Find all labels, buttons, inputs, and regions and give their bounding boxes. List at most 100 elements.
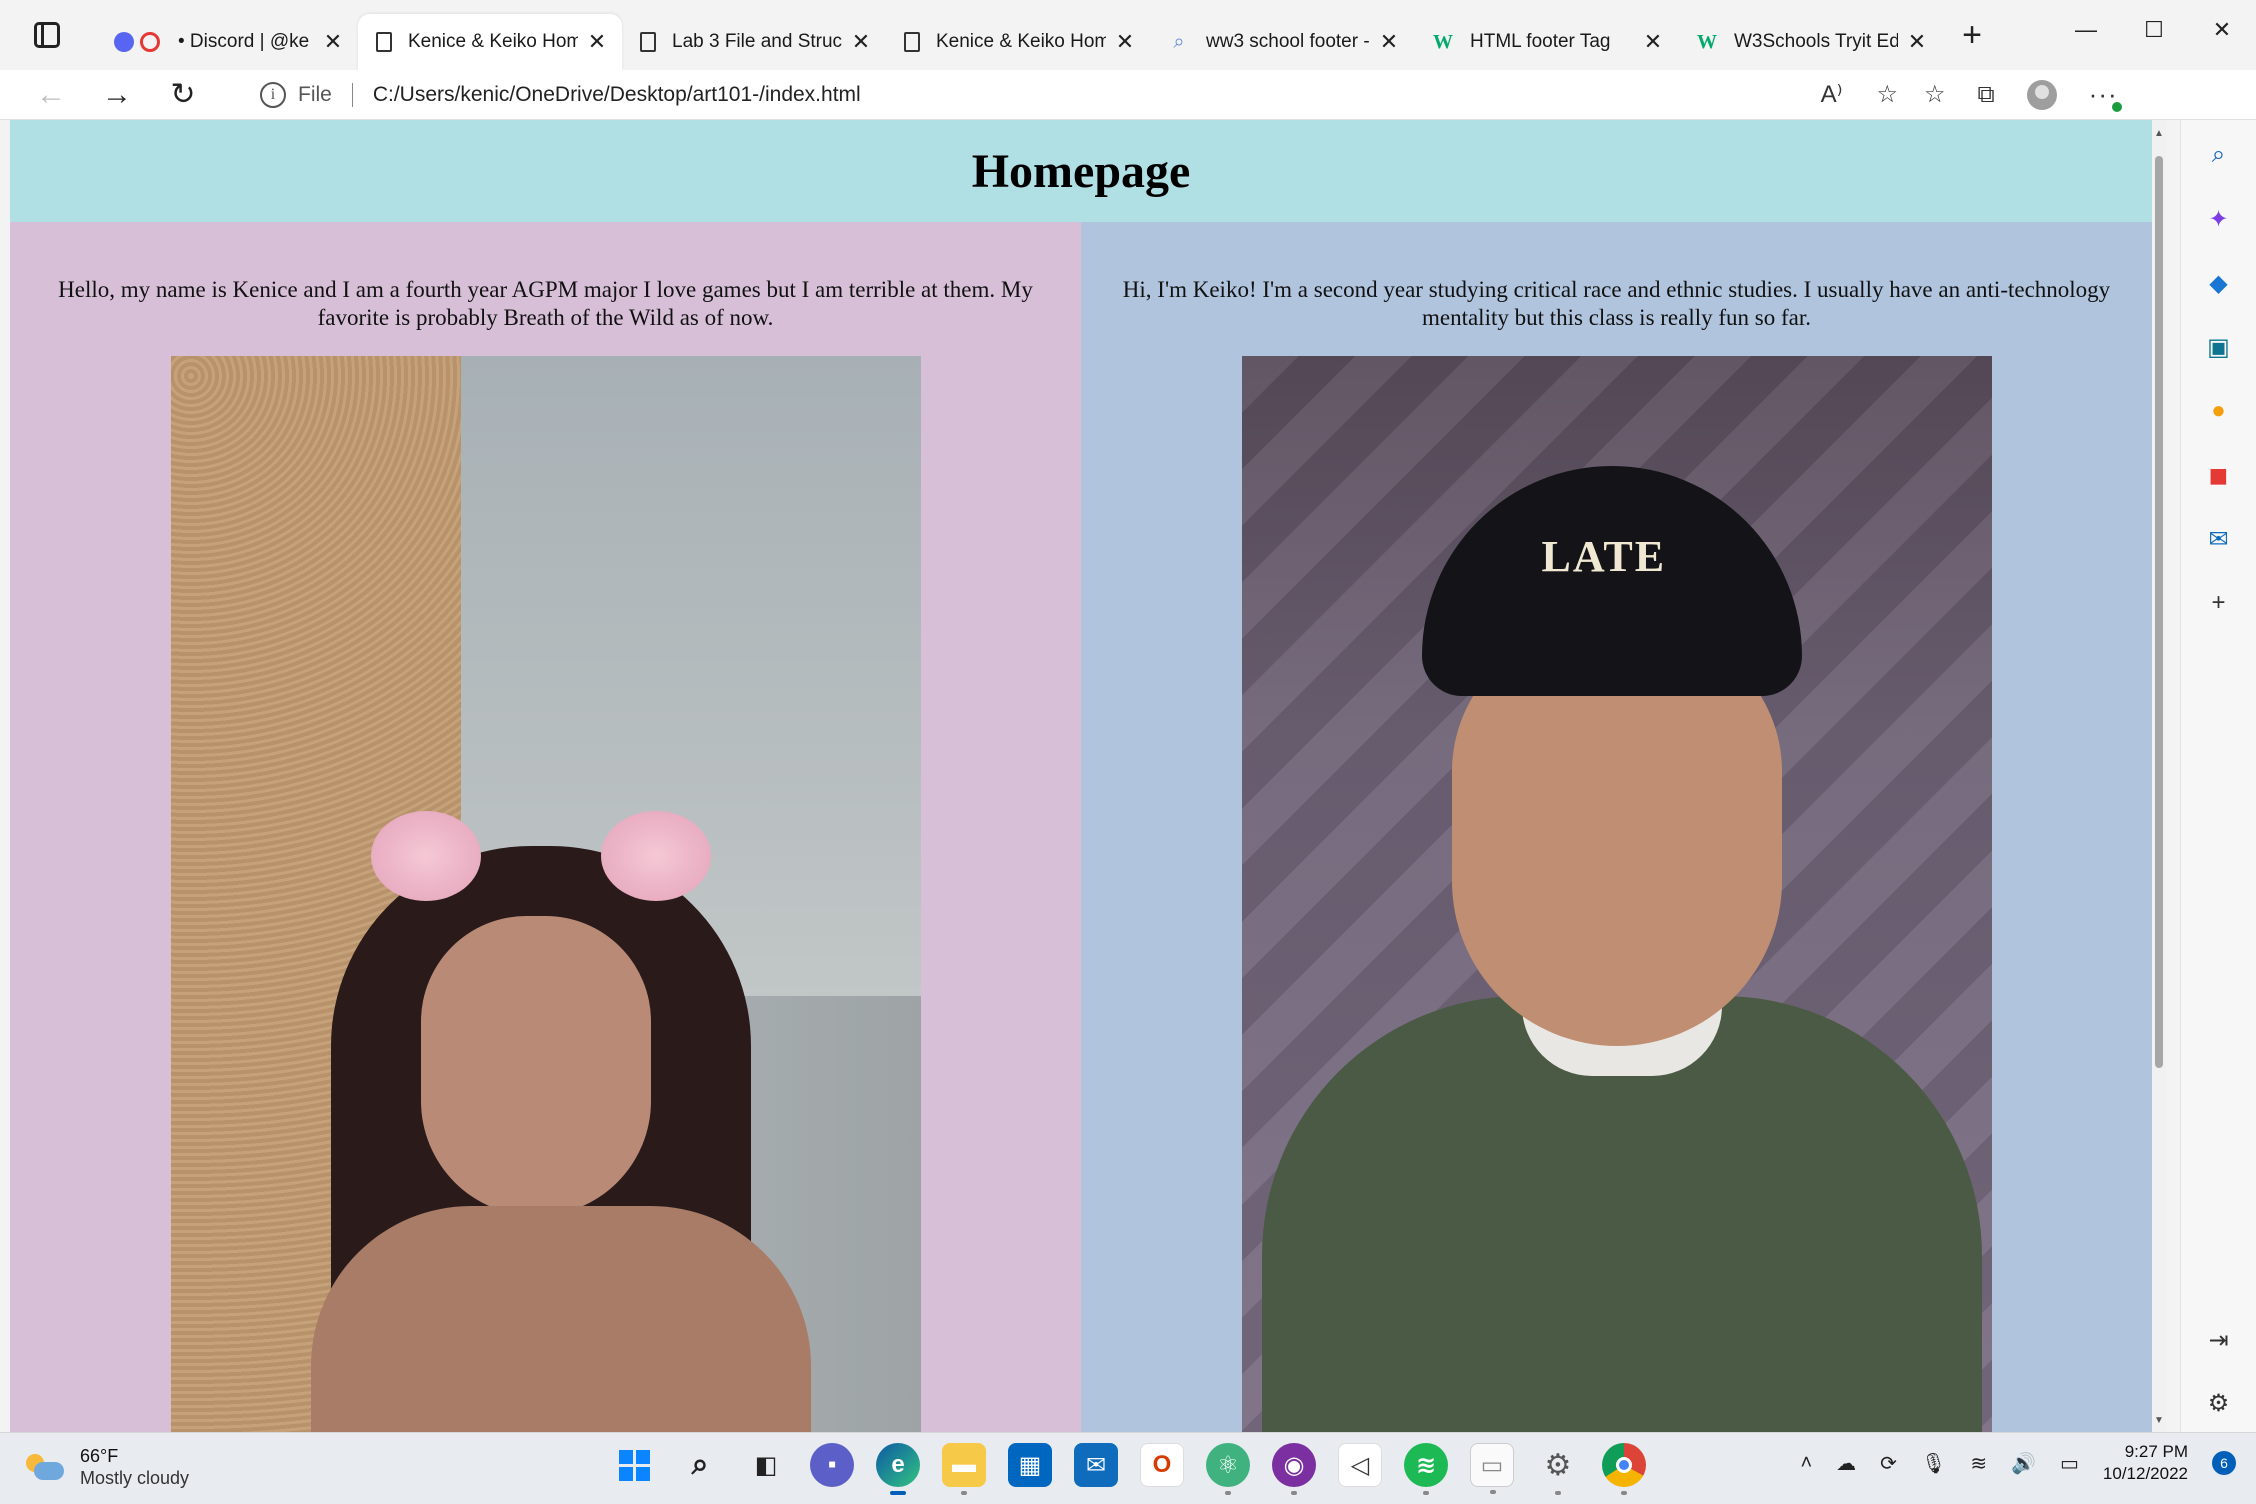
tab-title: Kenice & Keiko Hom — [936, 31, 1106, 52]
tab-lab3[interactable]: Lab 3 File and Struct ✕ — [622, 14, 886, 70]
page-header: Homepage — [10, 120, 2152, 222]
notepad-icon[interactable]: ▭ — [1470, 1443, 1514, 1494]
copilot-sparkle-icon[interactable]: ✦ — [2202, 202, 2236, 236]
onedrive-icon[interactable]: ☁ — [1836, 1451, 1856, 1476]
tab-title: ww3 school footer - — [1206, 31, 1370, 52]
wifi-icon[interactable]: ≋ — [1970, 1451, 1987, 1476]
keiko-photo: LATE — [1241, 356, 1992, 1432]
outlook-icon[interactable]: ✉ — [2202, 522, 2236, 556]
url-field[interactable]: i File C:/Users/kenic/OneDrive/Desktop/a… — [238, 74, 1918, 116]
clock[interactable]: 9:27 PM 10/12/2022 — [2103, 1441, 2188, 1485]
close-window-button[interactable]: ✕ — [2188, 0, 2256, 60]
close-icon[interactable]: ✕ — [848, 29, 874, 55]
refresh-button[interactable]: ↻ — [150, 70, 216, 120]
chrome-icon[interactable] — [1602, 1443, 1646, 1495]
page-title: Homepage — [971, 144, 1191, 198]
edge-icon[interactable]: e — [876, 1443, 920, 1495]
weather-temperature: 66°F — [80, 1446, 119, 1466]
profile-avatar[interactable] — [2026, 79, 2057, 110]
shoulders — [310, 1206, 811, 1432]
clock-date: 10/12/2022 — [2102, 1464, 2188, 1483]
notification-badge[interactable]: 6 — [2212, 1451, 2236, 1475]
visual-studio-icon[interactable]: ◁ — [1338, 1443, 1382, 1487]
close-icon[interactable]: ✕ — [584, 29, 610, 55]
start-icon[interactable] — [612, 1443, 656, 1487]
tab-title: HTML footer Tag — [1470, 31, 1611, 52]
office-icon[interactable]: ◼ — [2202, 458, 2236, 492]
battery-icon[interactable]: ▭ — [2060, 1451, 2079, 1476]
tab-actions-icon — [34, 22, 60, 48]
github-icon[interactable]: ◉ — [1272, 1443, 1316, 1495]
mail-icon[interactable]: ✉ — [1074, 1443, 1118, 1487]
close-icon[interactable]: ✕ — [1112, 29, 1138, 55]
file-explorer-icon[interactable]: ▬ — [942, 1443, 986, 1495]
search-icon[interactable]: ⌕ — [2202, 138, 2236, 172]
content-columns: Hello, my name is Kenice and I am a four… — [10, 222, 2152, 1432]
close-icon[interactable]: ✕ — [1376, 29, 1402, 55]
document-icon — [904, 32, 920, 52]
w3schools-icon: W — [1697, 30, 1717, 53]
sidebar-collapse-icon[interactable]: ⇥ — [2208, 1326, 2228, 1355]
games-icon[interactable]: ● — [2202, 394, 2236, 428]
chevron-up-icon[interactable]: ˄ — [1800, 1452, 1812, 1475]
office-icon[interactable]: O — [1140, 1443, 1184, 1487]
kenice-photo — [170, 356, 921, 1432]
settings-icon[interactable]: ⚙ — [1536, 1443, 1580, 1495]
tab-tryit-editor[interactable]: W W3Schools Tryit Edit ✕ — [1678, 14, 1942, 70]
tools-icon[interactable]: ▣ — [2202, 330, 2236, 364]
close-icon[interactable]: ✕ — [1904, 29, 1930, 55]
collections-icon[interactable]: ⧉ — [1978, 81, 1995, 109]
cap-text: LATE — [1541, 532, 1667, 581]
settings-icon[interactable]: ⚙ — [2208, 1389, 2230, 1418]
left-fluffy-ear — [370, 811, 481, 901]
add-favorite-icon[interactable]: ☆ — [1876, 80, 1898, 109]
scroll-up-icon[interactable]: ▲ — [2154, 128, 2164, 139]
store-icon[interactable]: ▦ — [1008, 1443, 1052, 1487]
tab-kenice-keiko-active[interactable]: Kenice & Keiko Hom ✕ — [358, 14, 622, 70]
window-controls: — ☐ ✕ — [2052, 0, 2256, 60]
tab-kenice-keiko[interactable]: Kenice & Keiko Hom ✕ — [886, 14, 1150, 70]
scroll-down-icon[interactable]: ▼ — [2154, 1415, 2164, 1426]
read-aloud-icon[interactable]: A⁾ — [1821, 80, 1843, 109]
task-view-icon[interactable]: ◧ — [744, 1443, 788, 1487]
settings-more-button[interactable]: ··· — [2089, 79, 2124, 114]
kenice-column: Hello, my name is Kenice and I am a four… — [10, 222, 1081, 1432]
right-fluffy-ear — [600, 811, 711, 901]
update-badge-icon — [2109, 100, 2124, 114]
shopping-tag-icon[interactable]: ◆ — [2202, 266, 2236, 300]
weather-cloud-icon — [26, 1452, 66, 1482]
add-icon[interactable]: + — [2202, 586, 2236, 620]
address-bar: ← → ↻ i File C:/Users/kenic/OneDrive/Des… — [0, 70, 2256, 120]
volume-icon[interactable]: 🔊 — [2011, 1451, 2036, 1476]
favorites-icon[interactable]: ☆ — [1924, 80, 1946, 109]
sync-icon[interactable]: ⟳ — [1880, 1451, 1897, 1476]
tab-actions-button[interactable] — [0, 0, 94, 70]
forward-button[interactable]: → — [84, 70, 150, 120]
back-button[interactable]: ← — [18, 70, 84, 120]
face — [420, 916, 651, 1216]
url-divider — [351, 82, 353, 107]
tab-search-footer[interactable]: ⌕ ww3 school footer - ✕ — [1150, 14, 1414, 70]
vertical-scrollbar[interactable]: ▲ ▼ — [2152, 120, 2166, 1432]
minimize-button[interactable]: — — [2052, 0, 2120, 60]
tab-title: • Discord | @ke — [178, 31, 310, 52]
tab-discord[interactable]: • Discord | @ke ✕ — [94, 14, 358, 70]
url-scheme: File — [298, 82, 332, 106]
search-icon[interactable]: ⌕ — [678, 1443, 722, 1487]
microphone-icon[interactable]: 🎙 — [1921, 1451, 1946, 1476]
close-icon[interactable]: ✕ — [1640, 29, 1666, 55]
taskbar-apps: ⌕ ◧ ▪ e ▬ ▦ ✉ O ⚛ ◉ ◁ ≋ ▭ ⚙ — [612, 1443, 1646, 1495]
weather-widget[interactable]: 66°F Mostly cloudy — [26, 1445, 189, 1489]
chat-icon[interactable]: ▪ — [810, 1443, 854, 1487]
spotify-icon[interactable]: ≋ — [1404, 1443, 1448, 1495]
atom-icon[interactable]: ⚛ — [1206, 1443, 1250, 1495]
scrollbar-thumb[interactable] — [2155, 156, 2163, 1068]
url-text: C:/Users/kenic/OneDrive/Desktop/art101-/… — [372, 82, 861, 106]
tab-html-footer[interactable]: W HTML footer Tag ✕ — [1414, 14, 1678, 70]
document-icon — [640, 32, 656, 52]
discord-icon — [112, 31, 162, 53]
maximize-button[interactable]: ☐ — [2120, 0, 2188, 60]
new-tab-button[interactable]: + — [1942, 0, 2002, 70]
info-icon[interactable]: i — [260, 81, 286, 108]
close-icon[interactable]: ✕ — [320, 29, 346, 55]
